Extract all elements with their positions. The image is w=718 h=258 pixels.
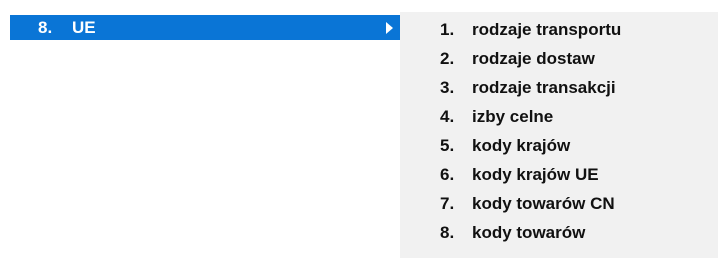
submenu-item-label: izby celne [472, 107, 554, 126]
submenu-item-label: rodzaje dostaw [472, 49, 595, 68]
submenu-item-number: 4. [440, 107, 455, 126]
submenu-item-number: 1. [440, 20, 455, 39]
menu-item-label: UE [72, 18, 96, 37]
submenu-arrow-right-icon [386, 22, 393, 34]
ue-submenu: 1. rodzaje transportu 2. rodzaje dostaw … [400, 12, 718, 258]
submenu-item-number: 5. [440, 136, 455, 155]
submenu-item-label: kody krajów [472, 136, 571, 155]
menu-item-number: 8. [38, 18, 53, 37]
submenu-item-number: 8. [440, 223, 455, 242]
submenu-item-label: kody towarów [472, 223, 586, 242]
submenu-item-label: rodzaje transakcji [472, 78, 616, 97]
submenu-item-number: 3. [440, 78, 455, 97]
submenu-item-label: kody towarów CN [472, 194, 615, 213]
submenu-item-kody-krajow-ue[interactable]: 6. kody krajów UE [400, 161, 718, 190]
menu-item-ue[interactable]: 8. UE [10, 15, 400, 40]
submenu-item-number: 2. [440, 49, 455, 68]
submenu-item-rodzaje-dostaw[interactable]: 2. rodzaje dostaw [400, 45, 718, 74]
submenu-item-number: 6. [440, 165, 455, 184]
submenu-item-rodzaje-transakcji[interactable]: 3. rodzaje transakcji [400, 74, 718, 103]
submenu-item-izby-celne[interactable]: 4. izby celne [400, 103, 718, 132]
submenu-item-rodzaje-transportu[interactable]: 1. rodzaje transportu [400, 16, 718, 45]
submenu-item-kody-towarow[interactable]: 8. kody towarów [400, 219, 718, 248]
submenu-item-label: kody krajów UE [472, 165, 599, 184]
submenu-item-kody-krajow[interactable]: 5. kody krajów [400, 132, 718, 161]
submenu-item-kody-towarow-cn[interactable]: 7. kody towarów CN [400, 190, 718, 219]
submenu-item-number: 7. [440, 194, 455, 213]
submenu-item-label: rodzaje transportu [472, 20, 622, 39]
